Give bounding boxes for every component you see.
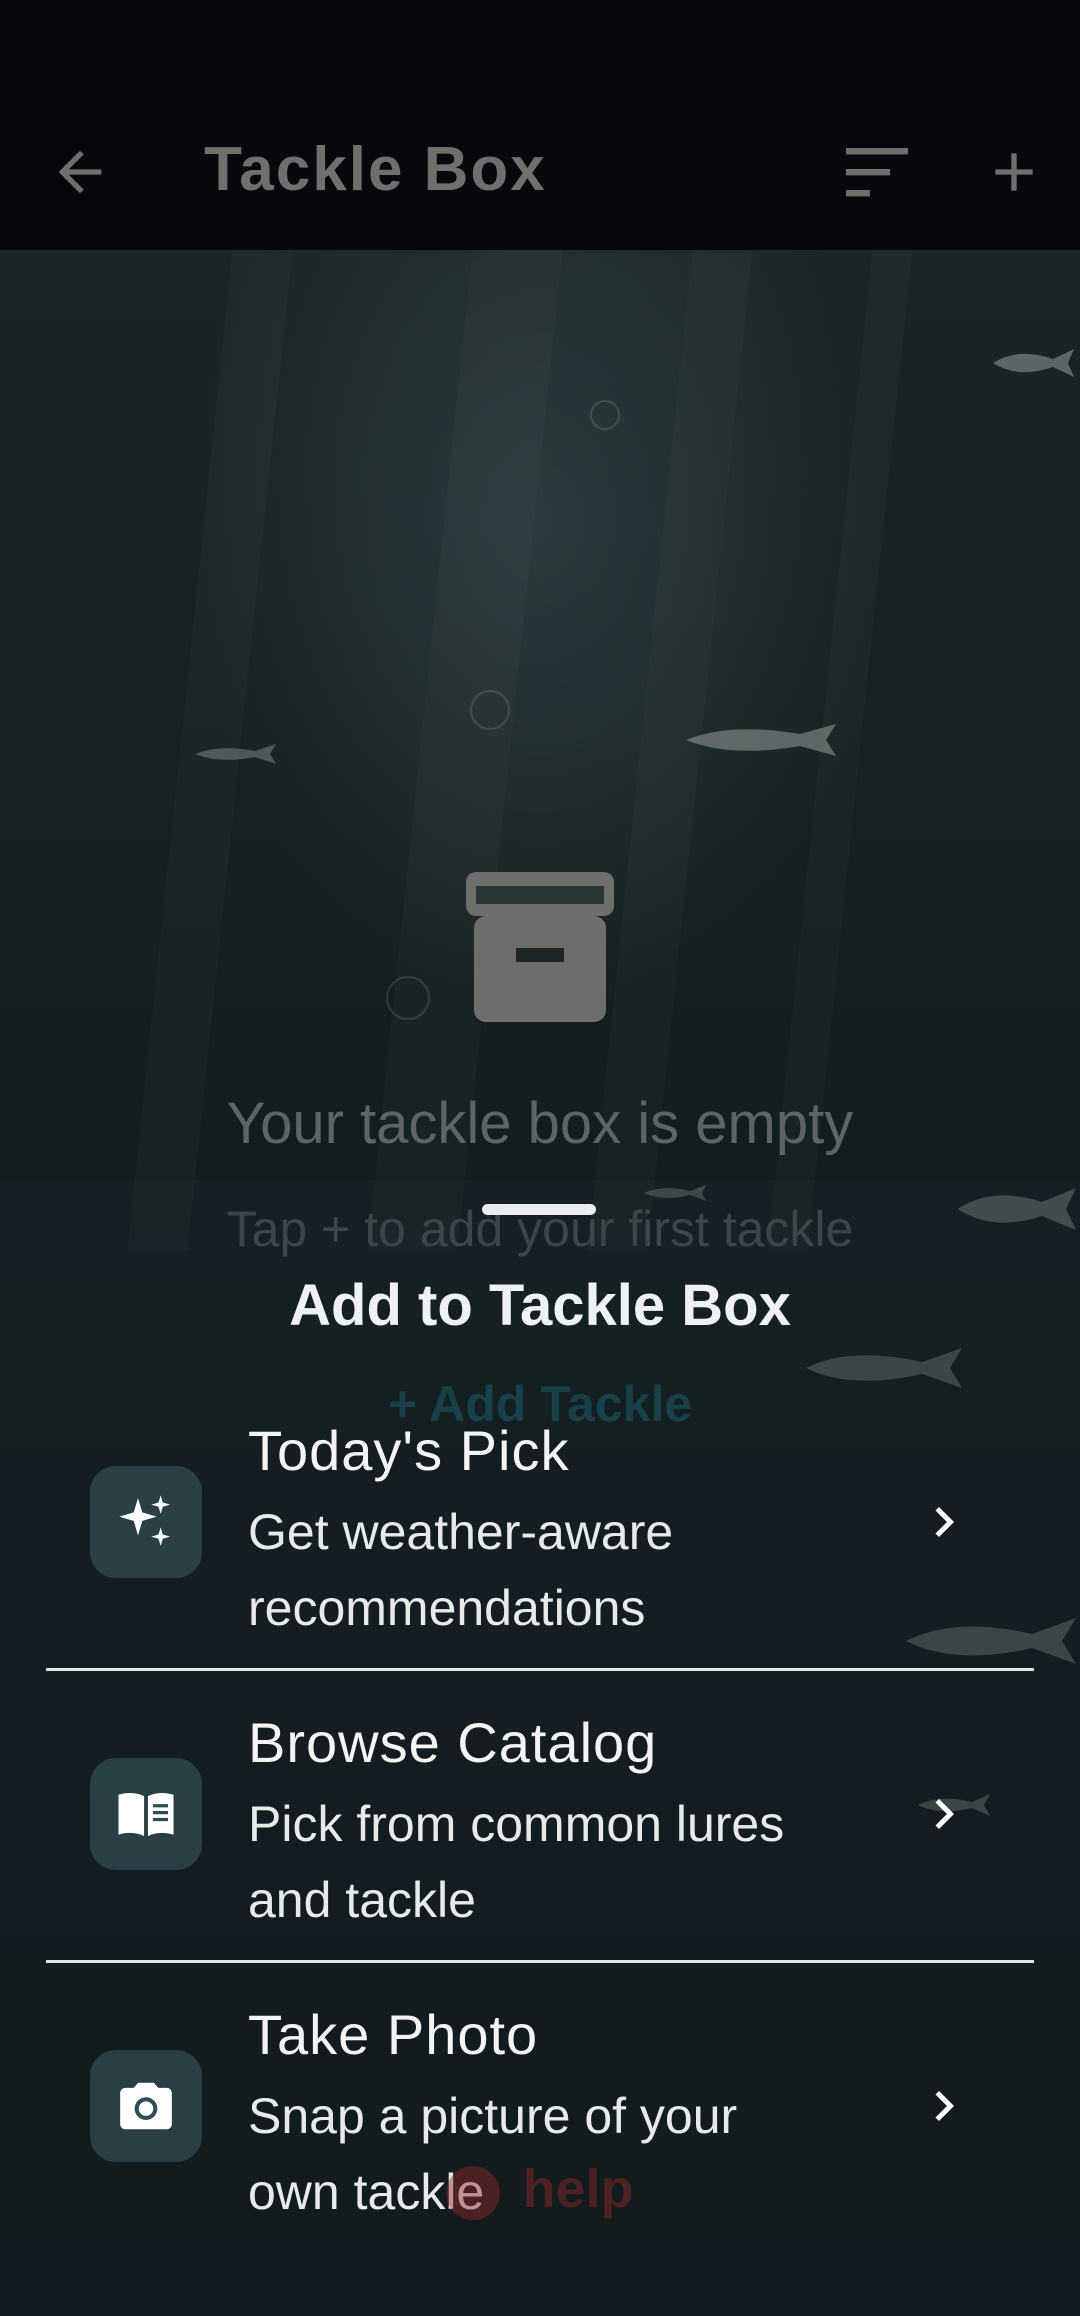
option-title: Today's Pick (248, 1419, 570, 1482)
divider (46, 1668, 1034, 1671)
sparkles-icon (90, 1466, 202, 1578)
option-description-line: and tackle (248, 1872, 476, 1928)
option-title: Browse Catalog (248, 1711, 658, 1774)
bottom-sheet: Add to Tackle Box Today's Pick Get weath… (0, 1180, 1080, 2316)
option-browse-catalog[interactable]: Browse Catalog Pick from common lures an… (46, 1702, 1034, 1992)
option-title: Take Photo (248, 2003, 539, 2066)
add-icon[interactable] (982, 140, 1046, 204)
archive-box-icon (466, 872, 614, 1022)
fish-silhouette (195, 744, 276, 764)
empty-state-title: Your tackle box is empty (226, 1091, 854, 1156)
drag-handle[interactable] (482, 1204, 596, 1215)
help-label: help (522, 2159, 634, 2219)
bubble (590, 400, 620, 430)
fish-silhouette (993, 349, 1074, 377)
arrow-back-icon[interactable] (48, 140, 112, 204)
option-description-line: recommendations (248, 1580, 646, 1636)
option-description-line: Snap a picture of your (248, 2088, 738, 2144)
option-description-line: Get weather-aware (248, 1504, 674, 1560)
help-button[interactable]: help (0, 2158, 1080, 2220)
option-description: Get weather-aware recommendations (248, 1494, 928, 1646)
camera-icon (90, 2050, 202, 2162)
bubble (386, 976, 430, 1020)
book-icon (90, 1758, 202, 1870)
chevron-right-icon (935, 1799, 954, 1829)
option-description-line: Pick from common lures (248, 1796, 785, 1852)
option-description: Pick from common lures and tackle (248, 1786, 928, 1938)
fish-silhouette (686, 724, 836, 756)
app-bar: Tackle Box (0, 0, 1080, 250)
chevron-right-icon (935, 2091, 954, 2121)
sheet-title: Add to Tackle Box (289, 1273, 791, 1338)
sort-icon[interactable] (846, 148, 908, 198)
chevron-right-icon (935, 1507, 954, 1537)
help-icon (446, 2165, 501, 2220)
option-take-photo[interactable]: Take Photo Snap a picture of your own ta… (46, 1994, 1034, 2284)
bubble (470, 690, 510, 730)
option-todays-pick[interactable]: Today's Pick Get weather-aware recommend… (46, 1410, 1034, 1700)
divider (46, 1960, 1034, 1963)
page-title: Tackle Box (204, 135, 547, 204)
